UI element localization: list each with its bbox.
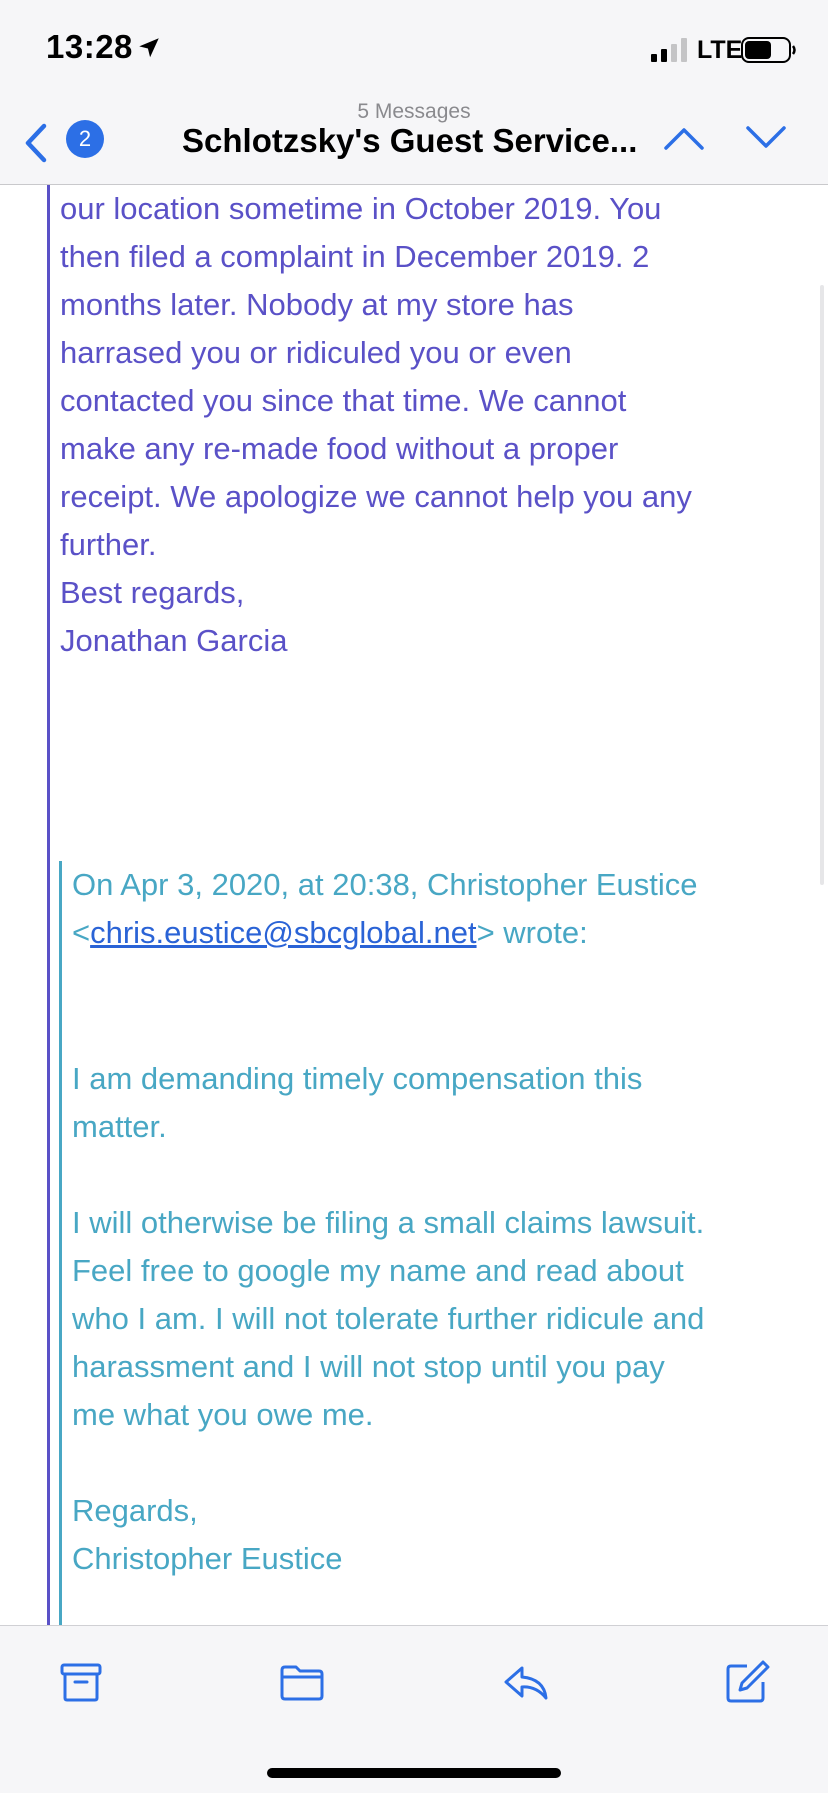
unread-count-badge[interactable]: 2	[66, 120, 104, 158]
message-body[interactable]: our location sometime in October 2019. Y…	[0, 185, 828, 1625]
chevron-down-icon[interactable]	[744, 124, 788, 152]
home-indicator[interactable]	[267, 1768, 561, 1778]
quoted-paragraph: I will otherwise be filing a small claim…	[72, 1199, 792, 1439]
quoted-paragraph: I am demanding timely compensation this …	[72, 1055, 792, 1151]
reply-line: contacted you since that time. We cannot	[60, 383, 627, 418]
attribution-line: On Apr 3, 2020, at 20:38, Christopher Eu…	[72, 867, 698, 902]
nav-bar: 5 Messages 2 Schlotzsky's Guest Service.…	[0, 100, 828, 185]
quoted-line: me what you owe me.	[72, 1397, 374, 1432]
quoted-line: harassment and I will not stop until you…	[72, 1349, 665, 1384]
quoted-line: Feel free to google my name and read abo…	[72, 1253, 684, 1288]
reply-signature: Jonathan Garcia	[60, 623, 288, 658]
reply-line: harrased you or ridiculed you or even	[60, 335, 572, 370]
quote-bar-inner	[59, 861, 62, 1625]
compose-icon[interactable]	[723, 1658, 771, 1706]
quoted-line: I will otherwise be filing a small claim…	[72, 1205, 705, 1240]
reply-signoff: Best regards, Jonathan Garcia	[60, 569, 790, 665]
reply-line: our location sometime in October 2019. Y…	[60, 191, 662, 226]
quoted-line: matter.	[72, 1109, 167, 1144]
network-type: LTE	[697, 36, 743, 64]
thread-title: Schlotzsky's Guest Service...	[182, 122, 638, 159]
back-chevron-icon[interactable]	[22, 122, 50, 164]
quote-attribution: On Apr 3, 2020, at 20:38, Christopher Eu…	[72, 861, 792, 957]
quoted-line: who I am. I will not tolerate further ri…	[72, 1301, 705, 1336]
status-time: 13:28	[46, 28, 133, 65]
reply-line: then filed a complaint in December 2019.…	[60, 239, 650, 274]
archive-icon[interactable]	[57, 1658, 105, 1706]
reply-closing: Best regards,	[60, 575, 245, 610]
sender-email-link[interactable]: chris.eustice@sbcglobal.net	[90, 915, 476, 950]
status-bar: 13:28 LTE	[0, 0, 828, 100]
reply-line: months later. Nobody at my store has	[60, 287, 574, 322]
reply-icon[interactable]	[502, 1658, 550, 1706]
attribution-email-line: <chris.eustice@sbcglobal.net> wrote:	[72, 915, 588, 950]
reply-text: our location sometime in October 2019. Y…	[60, 185, 790, 569]
bottom-toolbar	[0, 1625, 828, 1793]
reply-line: make any re-made food without a proper	[60, 431, 619, 466]
quote-bar-outer	[47, 185, 50, 1625]
reply-line: further.	[60, 527, 157, 562]
location-arrow-icon	[139, 38, 159, 58]
scroll-indicator[interactable]	[820, 285, 824, 885]
quoted-signature: Christopher Eustice	[72, 1541, 343, 1576]
attribution-suffix: > wrote:	[476, 915, 588, 950]
quoted-signoff: Regards, Christopher Eustice	[72, 1487, 792, 1583]
reply-line: receipt. We apologize we cannot help you…	[60, 479, 692, 514]
message-count-label: 5 Messages	[357, 100, 471, 123]
cellular-signal-icon	[651, 38, 687, 62]
folder-icon[interactable]	[278, 1658, 326, 1706]
quoted-closing: Regards,	[72, 1493, 198, 1528]
battery-icon	[741, 37, 796, 63]
quoted-line: I am demanding timely compensation this	[72, 1061, 643, 1096]
chevron-up-icon[interactable]	[662, 124, 706, 152]
